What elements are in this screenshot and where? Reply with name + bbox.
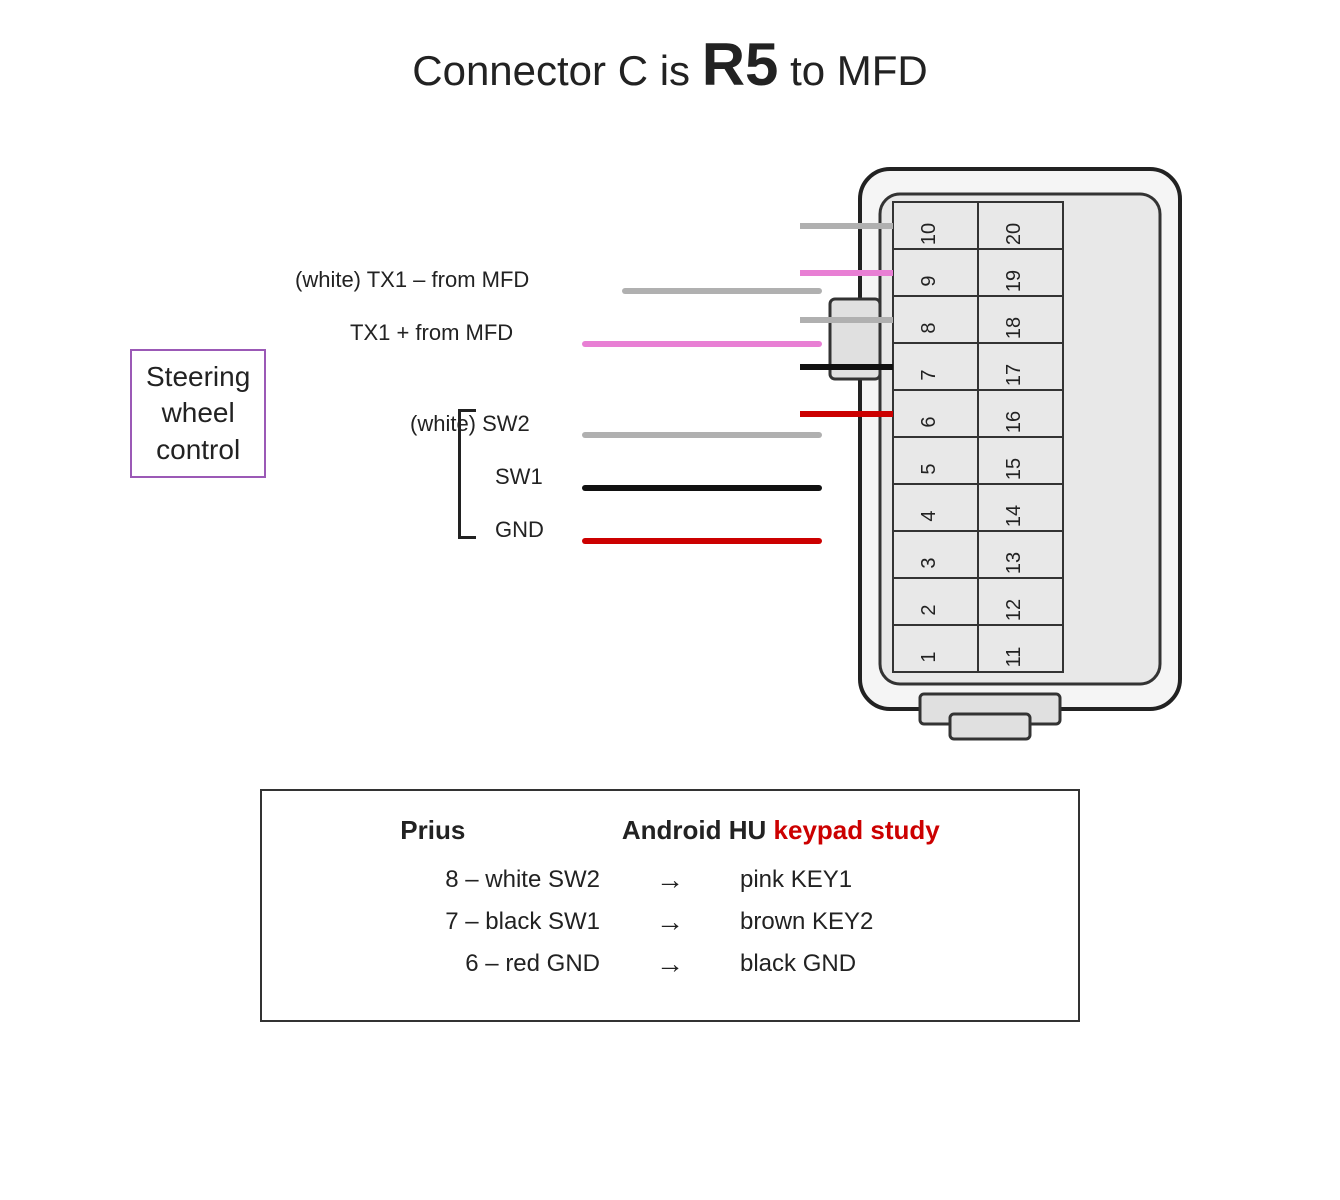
info-box-header: Prius Android HU keypad study: [322, 815, 1018, 846]
info-row-2-arrow: →: [656, 948, 684, 980]
swc-line3: control: [156, 434, 240, 465]
info-box: Prius Android HU keypad study 8 – white …: [260, 789, 1080, 1022]
info-col1-title: Prius: [400, 815, 465, 846]
swc-line2: wheel: [162, 397, 235, 428]
title-bold: R5: [702, 31, 779, 98]
wire-gnd: [582, 538, 822, 544]
info-row-0-arrow: →: [656, 864, 684, 896]
wire-label-tx1-plus: TX1 + from MFD: [350, 320, 513, 346]
pin-8: 8: [918, 322, 940, 333]
pin-10: 10: [918, 223, 940, 245]
info-row-0-right: pink KEY1: [740, 866, 1000, 894]
pin-18: 18: [1003, 317, 1025, 339]
info-row-2-right: black GND: [740, 950, 1000, 978]
wire-sw2: [582, 432, 822, 438]
wire-label-tx1-minus: (white) TX1 – from MFD: [295, 267, 529, 293]
pin-9: 9: [918, 275, 940, 286]
info-row-0: 8 – white SW2 → pink KEY1: [322, 864, 1018, 896]
wire-label-sw2: (white) SW2: [410, 411, 530, 437]
pin-3: 3: [918, 557, 940, 568]
wire-sw1: [582, 485, 822, 491]
pin-7: 7: [918, 369, 940, 380]
title-prefix: Connector C is: [412, 47, 701, 94]
steering-wheel-control-box: Steering wheel control: [130, 349, 266, 478]
pin-4: 4: [918, 510, 940, 521]
info-row-2-left: 6 – red GND: [340, 950, 600, 978]
pin-2: 2: [918, 604, 940, 615]
pin-19: 19: [1003, 270, 1025, 292]
pin-1: 1: [918, 651, 940, 662]
info-col2-highlight: keypad study: [774, 815, 940, 845]
wire-tx1-plus: [582, 341, 822, 347]
wire-label-sw1: SW1: [495, 464, 543, 490]
info-row-2: 6 – red GND → black GND: [322, 948, 1018, 980]
pin-17: 17: [1003, 364, 1025, 386]
title-suffix: to MFD: [778, 47, 927, 94]
page-container: Connector C is R5 to MFD Steering wheel …: [0, 0, 1340, 1200]
diagram-area: Steering wheel control (white) TX1 – fro…: [120, 139, 1220, 759]
info-row-0-left: 8 – white SW2: [340, 866, 600, 894]
info-row-1-arrow: →: [656, 906, 684, 938]
wire-tx1-minus: [622, 288, 822, 294]
info-col2-title: Android HU keypad study: [622, 815, 940, 846]
info-row-1-right: brown KEY2: [740, 908, 1000, 936]
connector-diagram: 10 9 8 7 6 5 4 3 2 1 20 19 18 17 16 15 1…: [800, 139, 1220, 759]
pin-16: 16: [1003, 411, 1025, 433]
pin-20: 20: [1003, 223, 1025, 245]
info-row-1-left: 7 – black SW1: [340, 908, 600, 936]
pin-11: 11: [1003, 647, 1025, 668]
pin-5: 5: [918, 463, 940, 474]
page-title: Connector C is R5 to MFD: [412, 30, 928, 99]
info-row-1: 7 – black SW1 → brown KEY2: [322, 906, 1018, 938]
pin-13: 13: [1003, 552, 1025, 574]
swc-line1: Steering: [146, 361, 250, 392]
wire-label-gnd: GND: [495, 517, 544, 543]
pin-12: 12: [1003, 599, 1025, 621]
pin-6: 6: [918, 416, 940, 427]
pin-14: 14: [1003, 505, 1025, 527]
pin-15: 15: [1003, 458, 1025, 480]
